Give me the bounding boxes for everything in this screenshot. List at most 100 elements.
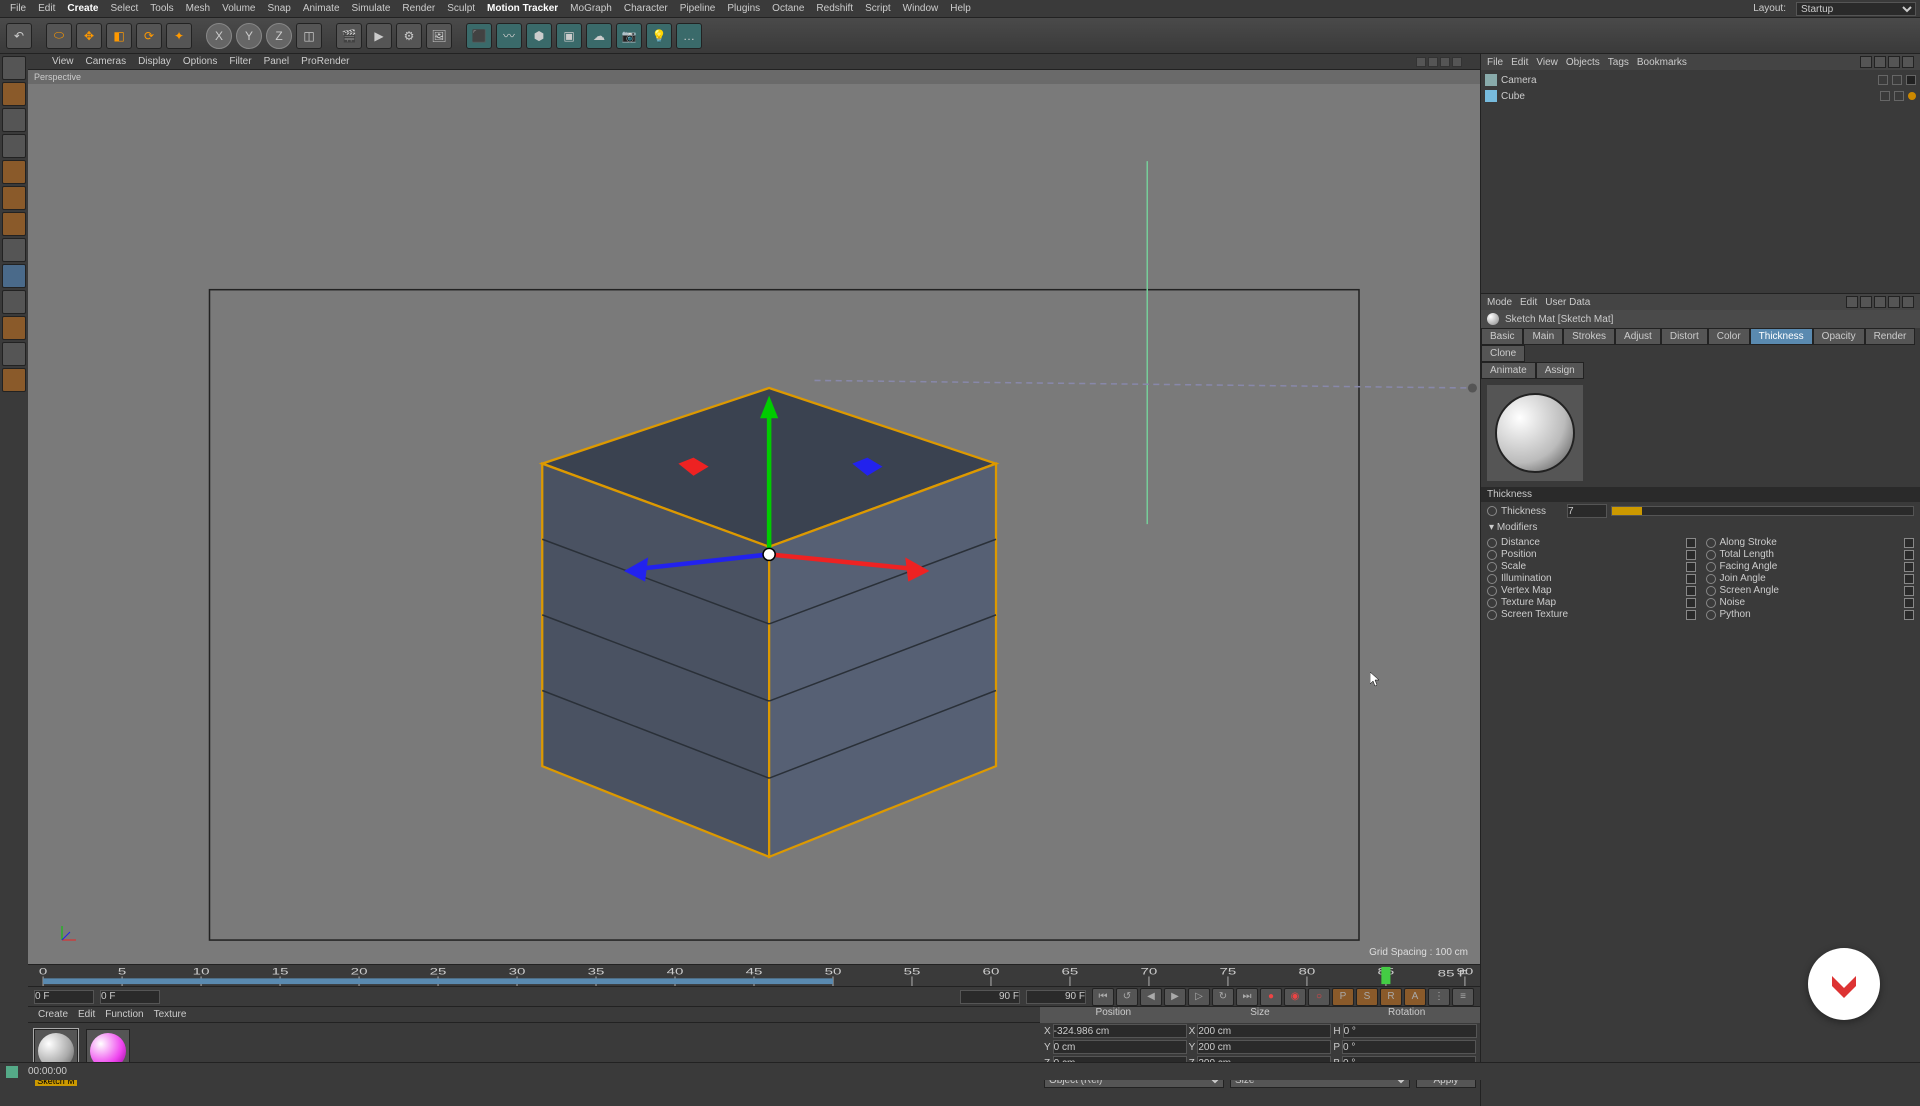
prev-key[interactable]: ↺ [1116,988,1138,1006]
vp-config2[interactable] [1428,57,1438,67]
matmenu-texture[interactable]: Texture [154,1009,187,1020]
om-search[interactable] [1860,56,1872,68]
matmenu-function[interactable]: Function [105,1009,143,1020]
model-mode[interactable] [2,82,26,106]
key-opts2[interactable]: ≡ [1452,988,1474,1006]
cube-render-vis[interactable] [1894,91,1904,101]
vm-view[interactable]: View [46,56,80,67]
polygon-mode[interactable] [2,212,26,236]
modifier-distance[interactable]: Distance [1487,537,1696,548]
vm-panel[interactable]: Panel [258,56,296,67]
camera-render-vis[interactable] [1892,75,1902,85]
picture-viewer[interactable]: 🖼 [426,23,452,49]
thickness-input[interactable] [1567,504,1607,518]
uv-tool[interactable] [2,368,26,392]
vm-options[interactable]: Options [177,56,223,67]
modifier-screen-texture[interactable]: Screen Texture [1487,609,1696,620]
rot-P[interactable] [1342,1040,1476,1054]
am-userdata[interactable]: User Data [1545,297,1590,308]
workplane-mode[interactable] [2,134,26,158]
tab-basic[interactable]: Basic [1481,328,1523,345]
size-X[interactable] [1197,1024,1331,1038]
add-cube[interactable]: ⬛ [466,23,492,49]
menu-select[interactable]: Select [105,3,145,14]
am-lock[interactable] [1888,296,1900,308]
recent-tool[interactable]: ✦ [166,23,192,49]
point-mode[interactable] [2,160,26,184]
add-environment[interactable]: ☁ [586,23,612,49]
menu-motion-tracker[interactable]: Motion Tracker [481,3,564,14]
vm-display[interactable]: Display [132,56,177,67]
vp-config3[interactable] [1440,57,1450,67]
am-edit[interactable]: Edit [1520,297,1537,308]
vm-filter[interactable]: Filter [223,56,257,67]
menu-edit[interactable]: Edit [32,3,61,14]
modifier-along-stroke[interactable]: Along Stroke [1706,537,1915,548]
cube-visibility[interactable] [1880,91,1890,101]
modifier-facing-angle[interactable]: Facing Angle [1706,561,1915,572]
add-generator[interactable]: ⬢ [526,23,552,49]
workplane-tool[interactable] [2,316,26,340]
play[interactable]: ▶ [1164,988,1186,1006]
size-Y[interactable] [1197,1040,1331,1054]
cube-material-tag[interactable] [1908,92,1916,100]
locked-tool[interactable] [2,342,26,366]
matmenu-create[interactable]: Create [38,1009,68,1020]
scale-tool[interactable]: ◧ [106,23,132,49]
next-frame[interactable]: ▷ [1188,988,1210,1006]
next-key[interactable]: ↻ [1212,988,1234,1006]
key-pos[interactable]: P [1332,988,1354,1006]
frame-start-input[interactable] [34,990,94,1004]
menu-sculpt[interactable]: Sculpt [441,3,481,14]
pos-X[interactable] [1053,1024,1187,1038]
coord-system[interactable]: ◫ [296,23,322,49]
tab-clone[interactable]: Clone [1481,345,1525,362]
vp-config1[interactable] [1416,57,1426,67]
add-camera[interactable]: 📷 [616,23,642,49]
menu-mograph[interactable]: MoGraph [564,3,618,14]
autokey[interactable]: ◉ [1284,988,1306,1006]
matmenu-edit[interactable]: Edit [78,1009,95,1020]
key-selection[interactable]: ○ [1308,988,1330,1006]
render-view[interactable]: 🎬 [336,23,362,49]
am-search[interactable] [1874,296,1886,308]
tab-assign[interactable]: Assign [1536,362,1584,379]
menu-simulate[interactable]: Simulate [346,3,397,14]
menu-create[interactable]: Create [61,3,104,14]
modifier-texture-map[interactable]: Texture Map [1487,597,1696,608]
floating-badge[interactable] [1808,948,1880,1020]
add-spline[interactable]: 〰 [496,23,522,49]
add-more[interactable]: … [676,23,702,49]
menu-octane[interactable]: Octane [766,3,810,14]
menu-mesh[interactable]: Mesh [180,3,216,14]
edge-mode[interactable] [2,186,26,210]
pos-Y[interactable] [1053,1040,1187,1054]
frame-out-b-input[interactable] [1026,990,1086,1004]
rotate-tool[interactable]: ⟳ [136,23,162,49]
thickness-anim[interactable] [1487,506,1497,516]
vm-cameras[interactable]: Cameras [80,56,133,67]
menu-help[interactable]: Help [944,3,977,14]
tab-opacity[interactable]: Opacity [1813,328,1865,345]
tab-render[interactable]: Render [1865,328,1916,345]
x-axis-toggle[interactable]: X [206,23,232,49]
menu-redshift[interactable]: Redshift [810,3,859,14]
frame-current-input[interactable] [100,990,160,1004]
om-filter[interactable] [1874,56,1886,68]
modifier-total-length[interactable]: Total Length [1706,549,1915,560]
modifier-illumination[interactable]: Illumination [1487,573,1696,584]
add-deformer[interactable]: ▣ [556,23,582,49]
snap-toggle[interactable] [2,290,26,314]
modifier-scale[interactable]: Scale [1487,561,1696,572]
key-param[interactable]: A [1404,988,1426,1006]
modifier-python[interactable]: Python [1706,609,1915,620]
om-view-opts[interactable] [1888,56,1900,68]
am-mode[interactable]: Mode [1487,297,1512,308]
key-rot[interactable]: R [1380,988,1402,1006]
record[interactable]: ● [1260,988,1282,1006]
om-more[interactable] [1902,56,1914,68]
am-new[interactable] [1902,296,1914,308]
am-up[interactable] [1860,296,1872,308]
thickness-slider[interactable] [1611,506,1914,516]
prev-frame[interactable]: ◀ [1140,988,1162,1006]
